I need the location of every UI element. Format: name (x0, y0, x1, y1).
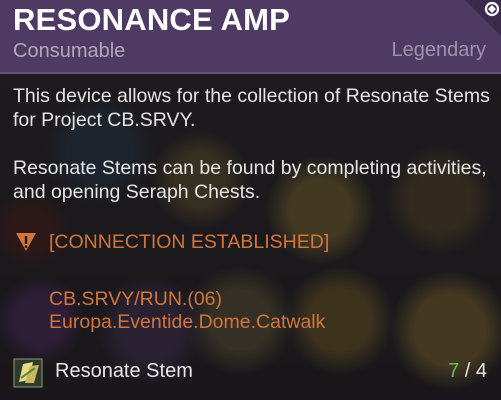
requirement-count: 7 / 4 (448, 360, 487, 383)
item-description: This device allows for the collection of… (13, 84, 493, 228)
description-paragraph-1: This device allows for the collection of… (13, 85, 490, 131)
requirement-have: 7 (448, 360, 460, 382)
faction-emblem-icon (465, 0, 501, 36)
requirement-label: Resonate Stem (55, 360, 193, 382)
resonate-stem-icon (13, 358, 43, 388)
item-rarity: Legendary (391, 39, 486, 61)
item-title: RESONANCE AMP (13, 2, 291, 37)
header-divider (0, 72, 501, 74)
requirement-separator: / (459, 360, 476, 382)
warning-triangle-icon (16, 233, 36, 251)
item-type: Consumable (13, 40, 126, 62)
lore-status: [CONNECTION ESTABLISHED] (49, 231, 330, 253)
description-paragraph-2: Resonate Stems can be found by completin… (13, 157, 487, 203)
tooltip-header: RESONANCE AMP Consumable Legendary (0, 0, 501, 74)
lore-run-id: CB.SRVY/RUN.(06) (49, 288, 223, 310)
requirement-need: 4 (475, 360, 487, 382)
lore-location: Europa.Eventide.Dome.Catwalk (49, 311, 326, 333)
